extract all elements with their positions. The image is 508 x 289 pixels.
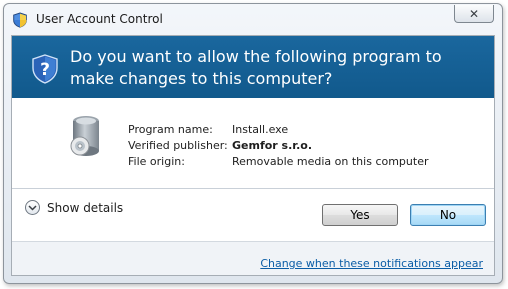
no-button[interactable]: No — [410, 204, 486, 226]
uac-shield-icon — [13, 12, 27, 28]
separator — [12, 188, 494, 189]
close-icon: ✕ — [468, 6, 480, 21]
show-details-toggle[interactable]: Show details — [25, 200, 123, 215]
installer-program-icon — [70, 116, 99, 156]
question-banner: ? Do you want to allow the following pro… — [12, 36, 494, 98]
program-info: Program name: Install.exe Verified publi… — [128, 123, 429, 168]
file-origin-label: File origin: — [128, 155, 185, 168]
program-name-label: Program name: — [128, 123, 213, 136]
uac-dialog-window: User Account Control ✕ ? Do you want to … — [3, 3, 503, 284]
dialog-footer: Change when these notifications appear — [12, 241, 494, 275]
show-details-label[interactable]: Show details — [47, 201, 123, 215]
publisher-value: Gemfor s.r.o. — [232, 139, 313, 152]
svg-text:?: ? — [40, 60, 50, 80]
window-title: User Account Control — [36, 12, 163, 26]
file-origin-value: Removable media on this computer — [232, 155, 429, 168]
change-notifications-link[interactable]: Change when these notifications appear — [260, 257, 483, 270]
chevron-down-icon[interactable] — [25, 200, 40, 215]
close-button[interactable]: ✕ — [454, 5, 494, 23]
publisher-label: Verified publisher: — [128, 139, 228, 152]
program-name-value: Install.exe — [232, 123, 289, 136]
dialog-client-area: ? Do you want to allow the following pro… — [11, 35, 495, 276]
question-text: Do you want to allow the following progr… — [70, 47, 442, 88]
title-bar[interactable]: User Account Control ✕ — [4, 4, 502, 34]
uac-question-shield-icon: ? — [32, 54, 58, 84]
yes-button[interactable]: Yes — [322, 204, 398, 226]
